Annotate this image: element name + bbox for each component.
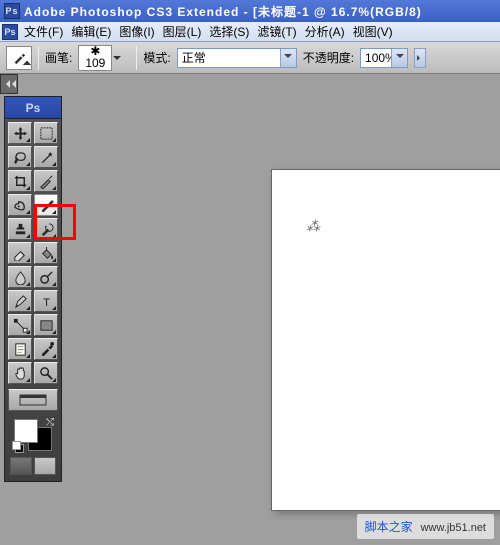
menu-filter[interactable]: 滤镜(T) [253, 21, 300, 42]
swap-colors-icon[interactable]: ⤭ [46, 417, 54, 428]
blur-tool[interactable] [8, 266, 32, 288]
type-tool[interactable]: T [34, 290, 58, 312]
hand-tool[interactable] [8, 362, 32, 384]
notes-tool[interactable] [8, 338, 32, 360]
dodge-tool[interactable] [34, 266, 58, 288]
brush-cursor-icon: ⁂ [306, 218, 320, 235]
menu-layer[interactable]: 图层(L) [159, 21, 206, 42]
app-icon-small: Ps [2, 24, 18, 40]
clone-stamp-tool[interactable] [8, 218, 32, 240]
chevron-down-icon [391, 49, 407, 67]
brush-preset-picker[interactable]: ✱ 109 [78, 45, 112, 71]
pen-tool[interactable] [8, 290, 32, 312]
window-title: Adobe Photoshop CS3 Extended - [未标题-1 @ … [24, 3, 422, 20]
blend-mode-value: 正常 [182, 49, 206, 66]
color-swatches[interactable]: ⤭ [12, 417, 54, 453]
svg-text:T: T [43, 297, 50, 309]
paint-bucket-tool[interactable] [34, 242, 58, 264]
toolbox: Ps T ⤭ [4, 96, 62, 482]
default-colors-icon[interactable] [12, 441, 24, 453]
app-icon: Ps [4, 3, 20, 19]
slice-tool[interactable] [34, 170, 58, 192]
divider [136, 46, 137, 70]
menu-analysis[interactable]: 分析(A) [301, 21, 349, 42]
toolbox-header[interactable]: Ps [5, 97, 61, 119]
blend-mode-dropdown[interactable]: 正常 [177, 48, 297, 68]
menu-edit[interactable]: 编辑(E) [67, 21, 115, 42]
standard-mode-button[interactable] [10, 457, 32, 475]
opacity-input[interactable]: 100% [360, 48, 408, 68]
opacity-label: 不透明度: [303, 49, 354, 66]
move-tool[interactable] [8, 122, 32, 144]
zoom-tool[interactable] [34, 362, 58, 384]
divider [38, 46, 39, 70]
menu-file[interactable]: 文件(F) [20, 21, 67, 42]
eyedropper-tool[interactable] [34, 338, 58, 360]
screen-mode-button[interactable] [8, 389, 58, 411]
brush-shape-icon: ✱ [90, 46, 100, 56]
brush-label: 画笔: [45, 49, 72, 66]
brush-tool[interactable] [34, 194, 58, 216]
history-brush-tool[interactable] [34, 218, 58, 240]
magic-wand-tool[interactable] [34, 146, 58, 168]
menu-image[interactable]: 图像(I) [115, 21, 158, 42]
watermark-url: www.jb51.net [421, 522, 486, 534]
eraser-tool[interactable] [8, 242, 32, 264]
panel-collapse-tab[interactable] [0, 74, 18, 94]
brush-size-value: 109 [85, 56, 105, 70]
options-bar: 画笔: ✱ 109 模式: 正常 不透明度: 100% [0, 42, 500, 74]
watermark-text: 脚本之家 [365, 520, 413, 534]
mode-label: 模式: [143, 49, 170, 66]
rectangular-marquee-tool[interactable] [34, 122, 58, 144]
menu-select[interactable]: 选择(S) [205, 21, 253, 42]
tool-preset-picker[interactable] [6, 46, 32, 70]
watermark: 脚本之家 www.jb51.net [357, 514, 494, 539]
crop-tool[interactable] [8, 170, 32, 192]
title-bar: Ps Adobe Photoshop CS3 Extended - [未标题-1… [0, 0, 500, 22]
quickmask-mode-button[interactable] [34, 457, 56, 475]
menu-bar: Ps 文件(F) 编辑(E) 图像(I) 图层(L) 选择(S) 滤镜(T) 分… [0, 22, 500, 42]
healing-brush-tool[interactable] [8, 194, 32, 216]
document-canvas[interactable]: ⁂ [272, 170, 500, 510]
rectangle-tool[interactable] [34, 314, 58, 336]
menu-view[interactable]: 视图(V) [349, 21, 397, 42]
foreground-color-swatch[interactable] [14, 419, 38, 443]
chevron-down-icon [280, 49, 296, 67]
lasso-tool[interactable] [8, 146, 32, 168]
path-selection-tool[interactable] [8, 314, 32, 336]
opacity-flyout-button[interactable] [414, 48, 426, 68]
